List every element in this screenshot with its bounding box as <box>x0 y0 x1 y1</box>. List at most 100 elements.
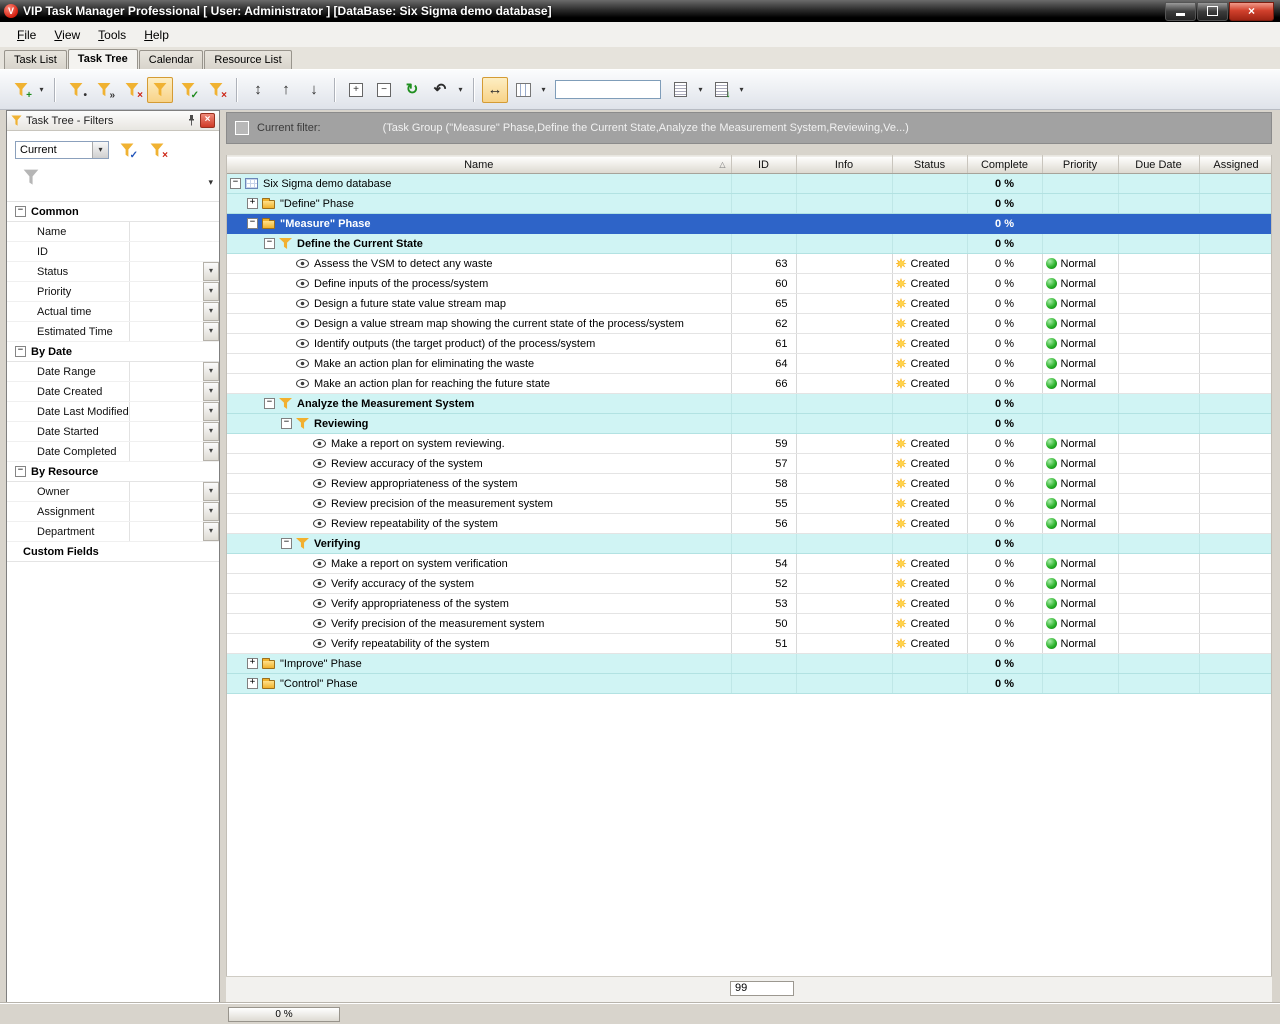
task-row[interactable]: Make a report on system reviewing.59Crea… <box>227 434 1272 454</box>
chevron-down-icon[interactable]: ▾ <box>203 362 219 381</box>
filter-item-priority[interactable]: Priority▾ <box>7 282 219 302</box>
collapse-icon[interactable]: − <box>15 466 26 477</box>
filter-item-actual-time[interactable]: Actual time▾ <box>7 302 219 322</box>
toolbar-search-input[interactable] <box>555 80 661 99</box>
collapse-icon[interactable]: − <box>281 418 292 429</box>
filter-item-owner[interactable]: Owner▾ <box>7 482 219 502</box>
filter-item-value[interactable] <box>129 362 203 381</box>
collapse-icon[interactable]: − <box>264 398 275 409</box>
clear-filter-button[interactable] <box>203 77 229 103</box>
collapse-icon[interactable]: − <box>15 206 26 217</box>
filter-item-value[interactable] <box>129 282 203 301</box>
collapse-icon[interactable]: − <box>15 346 26 357</box>
task-row[interactable]: Assess the VSM to detect any waste63Crea… <box>227 254 1272 274</box>
column-header-complete[interactable]: Complete <box>967 156 1042 174</box>
print-button[interactable] <box>667 77 693 103</box>
duplicate-task-button[interactable] <box>91 77 117 103</box>
panel-reset-filter-button[interactable] <box>145 139 169 161</box>
column-header-name[interactable]: Name△ <box>227 156 731 174</box>
filter-item-department[interactable]: Department▾ <box>7 522 219 542</box>
filter-item-value[interactable] <box>129 322 203 341</box>
tab-task-tree[interactable]: Task Tree <box>68 49 138 69</box>
filter-item-status[interactable]: Status▾ <box>7 262 219 282</box>
chevron-down-icon[interactable]: ▾ <box>203 502 219 521</box>
menu-help[interactable]: Help <box>135 24 178 46</box>
move-up-button[interactable]: ↑ <box>273 77 299 103</box>
tab-resource-list[interactable]: Resource List <box>204 50 291 69</box>
apply-filter-button[interactable] <box>175 77 201 103</box>
refresh-button[interactable]: ↻ <box>399 77 425 103</box>
expand-icon[interactable]: + <box>247 198 258 209</box>
collapse-icon[interactable]: − <box>264 238 275 249</box>
filter-item-value[interactable] <box>129 402 203 421</box>
filter-item-date-range[interactable]: Date Range▾ <box>7 362 219 382</box>
task-row[interactable]: Make an action plan for reaching the fut… <box>227 374 1272 394</box>
panel-apply-filter-button[interactable] <box>115 139 139 161</box>
panel-menu-button[interactable]: ▾ <box>208 177 213 188</box>
filter-item-value[interactable] <box>129 222 203 241</box>
menu-file[interactable]: File <box>8 24 45 46</box>
filter-item-value[interactable] <box>129 482 203 501</box>
chevron-down-icon[interactable]: ▾ <box>695 78 706 102</box>
menu-tools[interactable]: Tools <box>89 24 135 46</box>
move-task-button[interactable]: ↕ <box>245 77 271 103</box>
filter-item-date-created[interactable]: Date Created▾ <box>7 382 219 402</box>
task-row[interactable]: Make an action plan for eliminating the … <box>227 354 1272 374</box>
task-row[interactable]: Verify repeatability of the system51Crea… <box>227 634 1272 654</box>
expand-icon[interactable]: + <box>247 658 258 669</box>
task-row[interactable]: Design a future state value stream map65… <box>227 294 1272 314</box>
chevron-down-icon[interactable]: ▾ <box>203 422 219 441</box>
expand-icon[interactable]: + <box>247 678 258 689</box>
task-row[interactable]: Verify precision of the measurement syst… <box>227 614 1272 634</box>
chevron-down-icon[interactable]: ▾ <box>203 302 219 321</box>
chevron-down-icon[interactable]: ▾ <box>92 142 108 158</box>
group-row[interactable]: −Analyze the Measurement System0 % <box>227 394 1272 414</box>
filter-item-name[interactable]: Name <box>7 222 219 242</box>
collapse-icon[interactable]: − <box>281 538 292 549</box>
filter-item-assignment[interactable]: Assignment▾ <box>7 502 219 522</box>
filter-item-value[interactable] <box>129 302 203 321</box>
task-row[interactable]: Make a report on system verification54Cr… <box>227 554 1272 574</box>
filter-item-value[interactable] <box>129 442 203 461</box>
filter-preset-combo[interactable]: Current ▾ <box>15 141 109 159</box>
chevron-down-icon[interactable]: ▾ <box>203 382 219 401</box>
column-header-info[interactable]: Info <box>796 156 892 174</box>
minimize-button[interactable] <box>1165 2 1196 21</box>
filter-item-date-started[interactable]: Date Started▾ <box>7 422 219 442</box>
delete-task-button[interactable] <box>119 77 145 103</box>
chevron-down-icon[interactable]: ▾ <box>203 442 219 461</box>
filter-item-value[interactable] <box>129 262 203 281</box>
new-task-button[interactable] <box>8 77 34 103</box>
group-row[interactable]: +"Improve" Phase0 % <box>227 654 1272 674</box>
task-row[interactable]: Review repeatability of the system56Crea… <box>227 514 1272 534</box>
collapse-icon[interactable]: − <box>230 178 241 189</box>
task-row[interactable]: Review appropriateness of the system58Cr… <box>227 474 1272 494</box>
task-row[interactable]: Review precision of the measurement syst… <box>227 494 1272 514</box>
filter-toggle-button[interactable] <box>147 77 173 103</box>
chevron-down-icon[interactable]: ▾ <box>203 522 219 541</box>
filter-item-value[interactable] <box>129 382 203 401</box>
fit-columns-button[interactable]: ↔ <box>482 77 508 103</box>
filter-item-value[interactable] <box>129 522 203 541</box>
maximize-button[interactable] <box>1197 2 1228 21</box>
collapse-icon[interactable]: − <box>247 218 258 229</box>
task-row[interactable]: Define inputs of the process/system60Cre… <box>227 274 1272 294</box>
column-header-due[interactable]: Due Date <box>1118 156 1199 174</box>
column-header-assigned[interactable]: Assigned <box>1199 156 1272 174</box>
filter-item-estimated-time[interactable]: Estimated Time▾ <box>7 322 219 342</box>
group-row[interactable]: +"Control" Phase0 % <box>227 674 1272 694</box>
filter-section-common[interactable]: −Common <box>7 202 219 222</box>
group-row[interactable]: −Reviewing0 % <box>227 414 1272 434</box>
filter-section-by-date[interactable]: −By Date <box>7 342 219 362</box>
task-row[interactable]: Review accuracy of the system57Created0 … <box>227 454 1272 474</box>
chevron-down-icon[interactable]: ▾ <box>36 78 47 102</box>
group-row[interactable]: −Verifying0 % <box>227 534 1272 554</box>
chevron-down-icon[interactable]: ▾ <box>736 78 747 102</box>
move-down-button[interactable]: ↓ <box>301 77 327 103</box>
edit-task-button[interactable] <box>63 77 89 103</box>
chevron-down-icon[interactable]: ▾ <box>203 402 219 421</box>
column-header-priority[interactable]: Priority <box>1042 156 1118 174</box>
chevron-down-icon[interactable]: ▾ <box>538 78 549 102</box>
tab-calendar[interactable]: Calendar <box>139 50 204 69</box>
pin-icon[interactable] <box>187 115 196 126</box>
